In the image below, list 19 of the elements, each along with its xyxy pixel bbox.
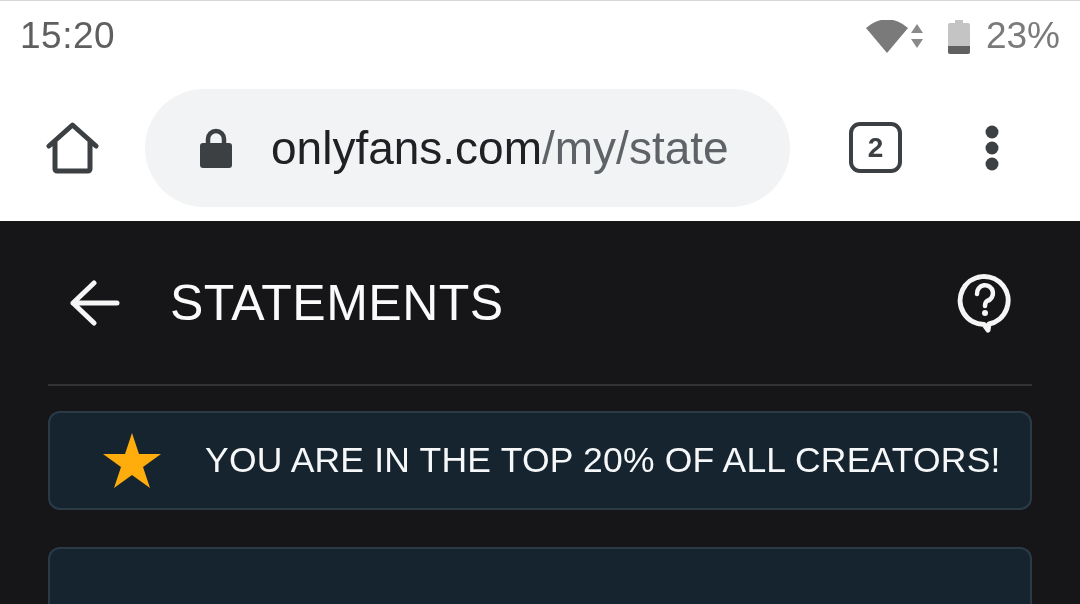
back-arrow-icon [70, 279, 120, 326]
page-title: STATEMENTS [170, 273, 505, 332]
battery-percent: 23% [985, 15, 1060, 58]
lock-icon [200, 127, 232, 168]
tab-count-button[interactable]: 2 [849, 122, 902, 174]
clock-time: 15:20 [20, 15, 116, 58]
home-button[interactable] [45, 121, 100, 174]
banner-text: YOU ARE IN THE TOP 20% OF ALL CREATORS! [205, 439, 1001, 481]
address-bar[interactable]: onlyfans.com/my/state [145, 88, 790, 207]
battery-icon [947, 20, 970, 55]
home-icon [45, 121, 100, 174]
url-text: onlyfans.com/my/state [271, 120, 729, 175]
wifi-icon [865, 20, 924, 55]
menu-button[interactable] [985, 124, 999, 171]
back-button[interactable] [70, 279, 120, 326]
help-button[interactable] [957, 272, 1012, 333]
help-icon [957, 272, 1012, 333]
star-icon [103, 432, 161, 488]
more-vertical-icon [985, 124, 999, 171]
